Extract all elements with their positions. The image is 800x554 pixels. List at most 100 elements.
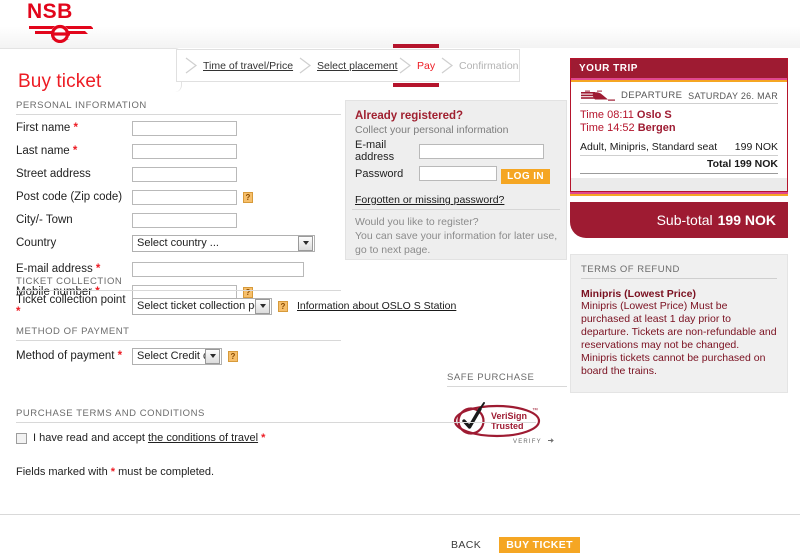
station-information-link[interactable]: Information about OSLO S Station: [297, 300, 456, 312]
your-trip-panel: YOUR TRIP DEPARTURE SATURDAY 26. MAR Tim…: [570, 58, 788, 393]
price-amount: 199 NOK: [734, 141, 778, 153]
country-select[interactable]: Select country ...: [132, 234, 315, 252]
street-address-input[interactable]: [132, 166, 237, 182]
help-icon[interactable]: ?: [243, 191, 253, 203]
trip-leg-destination: Time 14:52 Bergen: [580, 122, 676, 134]
field-label: Country: [16, 237, 57, 249]
total-line: Total 199 NOK: [580, 156, 778, 174]
city-town-input[interactable]: [132, 212, 237, 228]
origin-time: 08:11: [607, 109, 634, 121]
content-card: Buy ticket Time of travel/Price Select p…: [0, 44, 800, 553]
accept-terms-checkbox[interactable]: [16, 432, 27, 444]
refund-text: Minipris (Lowest Price) Must be purchase…: [581, 300, 777, 377]
sub-total-label: Sub-total: [656, 212, 713, 228]
section-heading: PERSONAL INFORMATION: [16, 100, 341, 115]
section-heading: METHOD OF PAYMENT: [16, 326, 341, 341]
departure-label: DEPARTURE: [621, 90, 683, 101]
accept-terms-row: I have read and accept the conditions of…: [16, 432, 536, 444]
step-label: Pay: [417, 59, 436, 72]
step-pay[interactable]: Pay: [399, 50, 435, 81]
chevron-right-icon: [185, 57, 198, 74]
nsb-logo[interactable]: NSB: [27, 1, 93, 43]
origin-station: Oslo S: [636, 109, 672, 121]
field-ticket-collection-point: Ticket collection point * Select ticket …: [16, 294, 536, 318]
chevron-right-icon: [299, 57, 312, 74]
email-address-input[interactable]: [132, 261, 304, 277]
buy-ticket-button[interactable]: BUY TICKET: [499, 537, 580, 553]
sub-total-bar: Sub-total 199 NOK: [570, 202, 788, 238]
forgot-password-link[interactable]: Forgotten or missing password?: [355, 194, 504, 206]
section-heading: SAFE PURCHASE: [447, 372, 567, 387]
field-last-name: Last name *: [16, 141, 341, 161]
already-registered-panel: Already registered? Collect your persona…: [345, 100, 567, 260]
help-icon[interactable]: ?: [278, 300, 288, 312]
divider: [352, 209, 560, 210]
step-label: Confirmation: [459, 59, 519, 72]
field-label: E-mail address *: [16, 263, 101, 275]
trip-panel-title: YOUR TRIP: [571, 59, 787, 78]
method-of-payment-select[interactable]: Select Credit card: [132, 347, 222, 365]
field-label: Method of payment *: [16, 350, 123, 362]
back-button[interactable]: BACK: [445, 538, 487, 552]
login-email-input[interactable]: [419, 143, 544, 159]
step-label: Select placement: [317, 59, 398, 72]
departure-row: DEPARTURE SATURDAY 26. MAR: [580, 90, 778, 104]
login-password-input[interactable]: [419, 166, 497, 181]
login-email-label: E-mail address: [355, 139, 395, 163]
total-label: Total: [706, 158, 732, 170]
already-registered-heading: Already registered?: [355, 110, 464, 122]
ticket-collection-selected-value: Select ticket collection point ...: [137, 300, 255, 312]
step-confirmation: Confirmation: [441, 50, 519, 81]
chevron-right-icon: [399, 57, 412, 74]
post-code-input[interactable]: [132, 189, 237, 205]
destination-time: 14:52: [607, 122, 635, 134]
page-bottom-rule: [0, 514, 800, 515]
chevron-down-icon[interactable]: [298, 235, 313, 251]
field-label: Post code (Zip code): [16, 191, 123, 203]
ticket-collection-section: TICKET COLLECTION Ticket collection poin…: [16, 276, 536, 318]
field-label: City/- Town: [16, 214, 73, 226]
terms-of-refund-panel: TERMS OF REFUND Minipris (Lowest Price) …: [570, 254, 788, 393]
help-icon[interactable]: ?: [228, 350, 238, 362]
chevron-down-icon[interactable]: [205, 348, 220, 364]
section-heading: PURCHASE TERMS AND CONDITIONS: [16, 408, 536, 423]
step-select-placement[interactable]: Select placement: [299, 50, 398, 81]
trip-details: DEPARTURE SATURDAY 26. MAR Time 08:11 Os…: [571, 82, 787, 178]
page-title: Buy ticket: [18, 70, 102, 92]
accent-stripe-orange: [570, 194, 788, 196]
first-name-input[interactable]: [132, 120, 237, 136]
sub-total-amount: 199 NOK: [717, 212, 776, 228]
trip-leg-origin: Time 08:11 Oslo S: [580, 109, 672, 121]
personal-information-section: PERSONAL INFORMATION First name * Last n…: [16, 100, 341, 302]
nsb-logo-text: NSB: [27, 0, 73, 23]
section-heading: TICKET COLLECTION: [16, 276, 341, 291]
method-of-payment-section: METHOD OF PAYMENT Method of payment * Se…: [16, 326, 436, 366]
last-name-input[interactable]: [132, 143, 237, 159]
section-heading: TERMS OF REFUND: [581, 264, 777, 279]
accept-terms-label: I have read and accept the conditions of…: [33, 432, 266, 444]
nsb-winged-wheel-icon: [27, 23, 93, 43]
payment-selected-value: Select Credit card: [137, 350, 205, 362]
field-first-name: First name *: [16, 118, 341, 138]
field-post-code: Post code (Zip code) ?: [16, 187, 341, 207]
register-invite: Would you like to register? You can save…: [355, 215, 560, 257]
field-street-address: Street address: [16, 164, 341, 184]
log-in-button[interactable]: LOG IN: [501, 169, 550, 184]
register-invite-text: You can save your information for later …: [355, 230, 558, 256]
field-label: Last name *: [16, 145, 78, 157]
step-pay-bottom-bar: [393, 83, 439, 87]
trip-summary-box: YOUR TRIP DEPARTURE SATURDAY 26. MAR Tim…: [570, 58, 788, 192]
login-password-label: Password: [355, 167, 404, 180]
departure-date: SATURDAY 26. MAR: [688, 90, 778, 101]
field-method-of-payment: Method of payment * Select Credit card ?: [16, 346, 436, 366]
price-line: Adult, Minipris, Standard seat 199 NOK: [580, 141, 778, 156]
ticket-collection-point-select[interactable]: Select ticket collection point ...: [132, 297, 272, 315]
form-actions: BACK BUY TICKET: [440, 536, 580, 554]
step-time-of-travel[interactable]: Time of travel/Price: [185, 50, 293, 81]
chevron-down-icon[interactable]: [255, 298, 270, 314]
required-fields-note: Fields marked with * must be completed.: [16, 466, 215, 478]
train-icon: [580, 90, 616, 101]
conditions-of-travel-link[interactable]: the conditions of travel: [148, 432, 258, 444]
price-description: Adult, Minipris, Standard seat: [580, 141, 718, 153]
register-invite-heading: Would you like to register?: [355, 216, 479, 228]
